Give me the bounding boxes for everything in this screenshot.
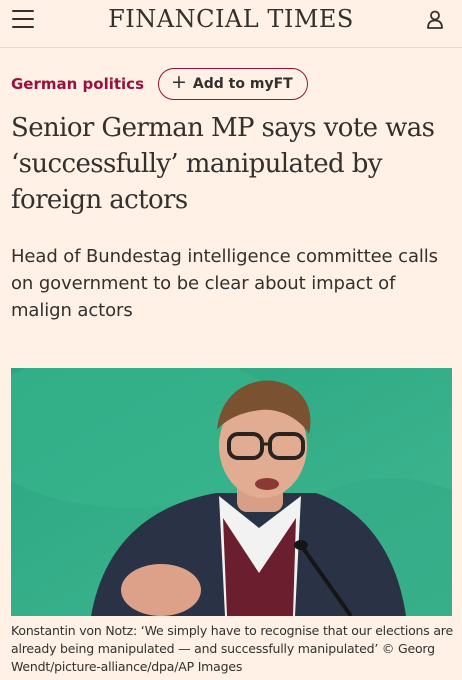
article-headline: Senior German MP says vote was ‘successf… [11,113,435,215]
add-to-myft-button[interactable]: + Add to myFT [158,67,308,100]
add-to-myft-label: Add to myFT [192,75,293,92]
masthead-logo[interactable]: FINANCIAL TIMES [0,5,462,33]
user-account-icon[interactable] [426,10,444,30]
plus-icon: + [171,71,187,93]
top-bar: FINANCIAL TIMES [0,0,462,48]
section-link-german-politics[interactable]: German politics [11,75,144,93]
article-standfirst: Head of Bundestag intelligence committee… [11,246,438,321]
article-photo[interactable] [11,368,452,616]
section-row: German politics + Add to myFT [11,67,308,100]
photo-caption: Konstantin von Notz: ‘We simply have to … [11,623,453,674]
